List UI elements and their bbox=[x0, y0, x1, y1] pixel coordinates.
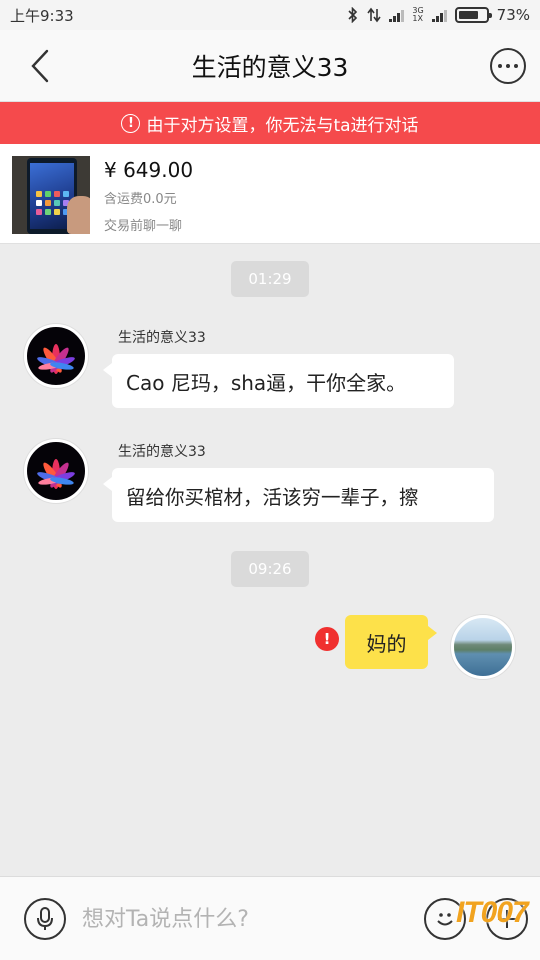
my-avatar[interactable] bbox=[451, 615, 515, 679]
warning-icon: ! bbox=[121, 113, 141, 133]
back-button[interactable] bbox=[20, 46, 60, 86]
message-bubble[interactable]: Cao 尼玛，sha逼，干你全家。 bbox=[112, 354, 454, 408]
chevron-left-icon bbox=[31, 49, 49, 83]
send-failed-icon[interactable]: ! bbox=[315, 627, 339, 651]
bubble-tail bbox=[103, 363, 112, 377]
my-message-bubble[interactable]: 妈的 bbox=[345, 615, 428, 669]
status-icons: 3G 1X 73% bbox=[347, 6, 530, 24]
sender-avatar[interactable] bbox=[24, 324, 88, 388]
page-title: 生活的意义33 bbox=[191, 52, 349, 82]
timestamp: 01:29 bbox=[231, 261, 309, 297]
timestamp: 09:26 bbox=[231, 551, 309, 587]
more-icon-dot bbox=[506, 64, 510, 68]
flower-avatar-image bbox=[37, 459, 75, 489]
product-price: ¥ 649.00 bbox=[104, 158, 194, 182]
network-type: 3G 1X bbox=[412, 6, 424, 23]
sender-avatar[interactable] bbox=[24, 439, 88, 503]
chat-prompt: 交易前聊一聊 bbox=[104, 219, 183, 234]
bubble-tail bbox=[103, 477, 112, 491]
status-bar: 上午9:33 3G 1X 73% bbox=[0, 0, 540, 30]
status-time: 上午9:33 bbox=[10, 6, 74, 25]
sender-name: 生活的意义33 bbox=[118, 444, 206, 460]
more-options-button[interactable] bbox=[490, 48, 526, 84]
more-icon-dot bbox=[498, 64, 502, 68]
sender-name: 生活的意义33 bbox=[118, 330, 206, 346]
blocked-warning-banner: ! 由于对方设置，你无法与ta进行对话 bbox=[0, 102, 540, 144]
bluetooth-icon bbox=[348, 7, 358, 23]
hand-picture bbox=[67, 196, 90, 234]
signal-icon-1 bbox=[389, 9, 405, 22]
battery-icon bbox=[454, 7, 492, 23]
product-image[interactable] bbox=[12, 156, 90, 234]
microphone-icon bbox=[37, 907, 53, 930]
battery-percent: 73% bbox=[496, 6, 530, 24]
chat-header: 生活的意义33 bbox=[0, 30, 540, 102]
message-bubble[interactable]: 留给你买棺材，活该穷一辈子，擦 bbox=[112, 468, 494, 522]
voice-button[interactable] bbox=[24, 898, 66, 940]
product-card[interactable]: ¥ 649.00 含运费0.0元 交易前聊一聊 bbox=[0, 144, 540, 244]
message-input[interactable] bbox=[82, 899, 402, 939]
more-icon-dot bbox=[514, 64, 518, 68]
flower-avatar-image bbox=[37, 344, 75, 374]
signal-icon-2 bbox=[431, 9, 447, 22]
smiley-icon bbox=[437, 913, 453, 926]
bubble-tail bbox=[428, 626, 437, 640]
site-watermark-logo: IT007 bbox=[456, 896, 529, 929]
data-transfer-icon bbox=[367, 7, 381, 23]
shipping-note: 含运费0.0元 bbox=[104, 192, 177, 207]
warning-text: 由于对方设置，你无法与ta进行对话 bbox=[146, 115, 419, 136]
